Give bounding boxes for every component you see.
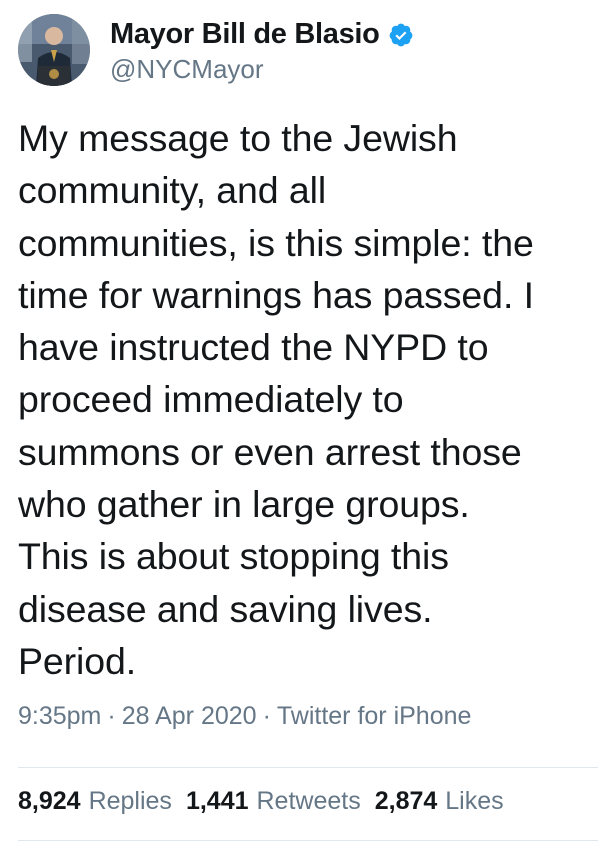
- likes-count: 2,874: [374, 787, 438, 815]
- replies-label: Replies: [88, 787, 172, 815]
- retweets-stat[interactable]: 1,441 Retweets: [186, 787, 361, 816]
- replies-count: 8,924: [18, 787, 81, 815]
- likes-stat[interactable]: 2,874 Likes: [375, 787, 504, 816]
- retweets-count: 1,441: [185, 787, 249, 815]
- tweet-time[interactable]: 9:35pm: [18, 702, 101, 730]
- replies-stat[interactable]: 8,924 Replies: [18, 787, 172, 816]
- stats-divider-top: [18, 767, 598, 768]
- likes-label: Likes: [445, 787, 504, 815]
- meta-separator: ·: [107, 702, 116, 730]
- tweet-meta: 9:35pm · 28 Apr 2020 · Twitter for iPhone: [18, 702, 471, 731]
- author-display-name[interactable]: Mayor Bill de Blasio: [110, 18, 380, 51]
- author-info: Mayor Bill de Blasio @NYCMayor: [110, 16, 414, 85]
- tweet-date[interactable]: 28 Apr 2020: [122, 702, 257, 730]
- tweet-header: Mayor Bill de Blasio @NYCMayor: [18, 12, 414, 88]
- stats-divider-bottom: [18, 840, 598, 841]
- avatar[interactable]: [18, 14, 90, 86]
- meta-separator: ·: [262, 702, 271, 730]
- author-handle[interactable]: @NYCMayor: [110, 54, 414, 85]
- verified-badge-icon: [388, 22, 414, 48]
- tweet-card: Mayor Bill de Blasio @NYCMayor My messag…: [0, 0, 606, 850]
- tweet-text: My message to the Jewish community, and …: [18, 117, 534, 682]
- tweet-source[interactable]: Twitter for iPhone: [277, 702, 472, 730]
- avatar-image: [18, 14, 90, 86]
- engagement-stats: 8,924 Replies 1,441 Retweets 2,874 Likes: [18, 787, 518, 816]
- name-row: Mayor Bill de Blasio: [110, 16, 414, 54]
- retweets-label: Retweets: [256, 787, 361, 815]
